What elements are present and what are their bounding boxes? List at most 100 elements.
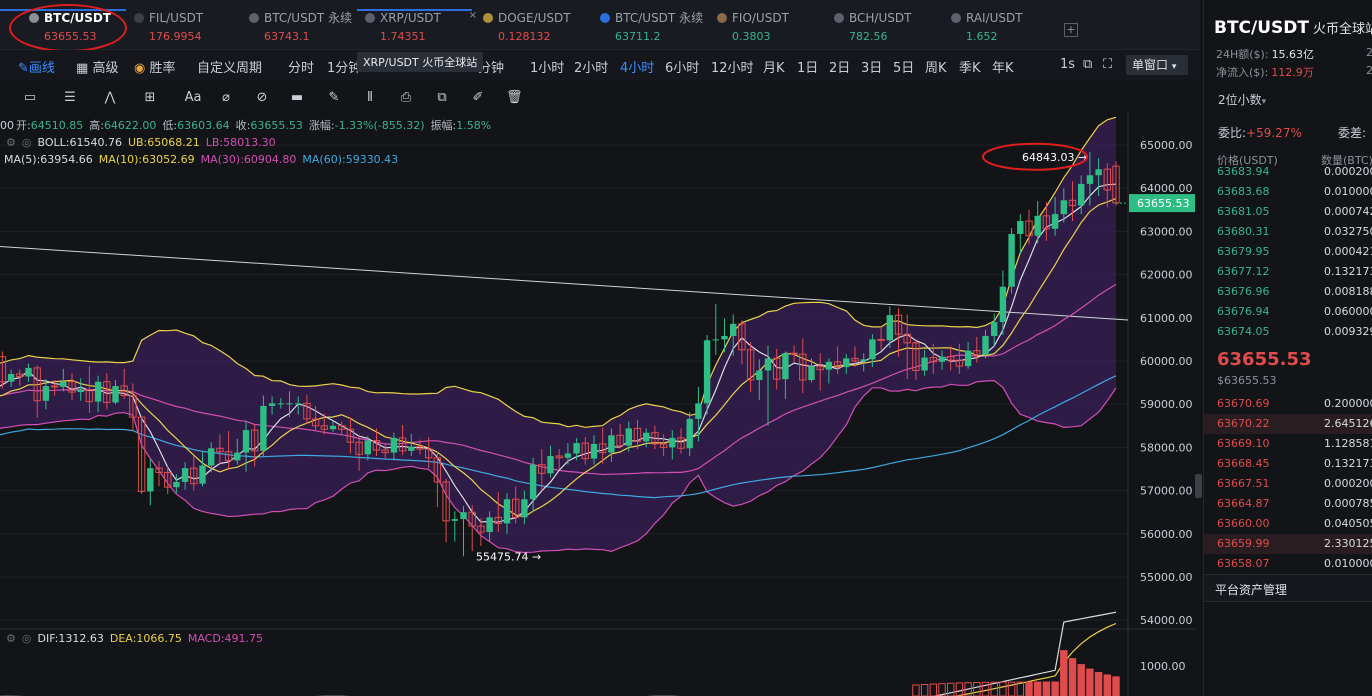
tab-symbol: FIL/USDT: [149, 10, 204, 25]
symbol-tab[interactable]: BCH/USDT 782.56: [834, 9, 934, 47]
orderbook-row[interactable]: 63670.22 2.645126: [1204, 414, 1372, 434]
macd-histogram-bar: [1042, 681, 1051, 696]
candles-tool-icon[interactable]: ⫴: [362, 90, 378, 106]
order-price: 63683.94: [1217, 165, 1270, 178]
copy-tool-icon[interactable]: ⧉: [434, 90, 450, 106]
period-button[interactable]: 周K: [925, 57, 947, 76]
period-button[interactable]: 月K: [763, 57, 785, 76]
orderbook-row[interactable]: 63660.00 0.040505: [1204, 514, 1372, 534]
add-tab-button[interactable]: +: [1064, 23, 1078, 37]
orderbook-row[interactable]: 63681.05 0.000742: [1204, 202, 1372, 222]
eye-icon[interactable]: ◎: [22, 136, 32, 149]
symbol-tab[interactable]: BTC/USDT 永续 63711.2: [600, 9, 704, 47]
platform-assets-button[interactable]: 平台资产管理: [1204, 574, 1372, 602]
symbol-tab[interactable]: FIO/USDT 0.3803: [717, 9, 817, 47]
symbol-tab[interactable]: XRP/USDT 1.74351 ×: [365, 9, 477, 47]
candle-body: [564, 453, 572, 458]
eye-icon[interactable]: ◎: [22, 632, 32, 645]
candle-body: [982, 335, 989, 355]
order-qty: 0.000742: [1324, 205, 1372, 218]
coin-icon: [717, 12, 727, 23]
orderbook-row[interactable]: 63680.31 0.032750: [1204, 222, 1372, 242]
drawing-toolbar: ▭ ☰ ⋀ ⊞ Aa ⌀ ⊘ ▬ ✎ ⫴ ⎙ ⧉ ✐ 🗑: [0, 84, 1200, 112]
candle-body: [695, 403, 702, 419]
winrate-button[interactable]: ◉ 胜率: [134, 57, 176, 76]
orderbook-row[interactable]: 63668.45 0.132173: [1204, 454, 1372, 474]
trash-tool-icon[interactable]: 🗑: [506, 90, 523, 106]
orderbook-row[interactable]: 63676.96 0.008188: [1204, 282, 1372, 302]
candle-body: [877, 338, 885, 341]
period-button[interactable]: 1日: [797, 57, 818, 76]
order-price: 63658.07: [1217, 557, 1270, 570]
magnet-tool-icon[interactable]: ⊘: [254, 90, 270, 106]
ruler-tool-icon[interactable]: ▬: [289, 90, 305, 106]
symbol-tab[interactable]: DOGE/USDT 0.128132: [483, 9, 583, 47]
period-button[interactable]: 12小时: [711, 57, 754, 76]
lock-tool-icon[interactable]: ⎙: [398, 90, 414, 106]
kline-chart[interactable]: 65000.00 64000.00 63000.00 62000.00 61000.00…: [0, 112, 1196, 696]
kline-canvas[interactable]: 65000.00 64000.00 63000.00 62000.00 61000.00…: [0, 112, 1196, 696]
rect-tool-icon[interactable]: ▭: [22, 90, 38, 106]
orderbook-row[interactable]: 63683.94 0.000200: [1204, 162, 1372, 182]
candle-body: [503, 499, 511, 524]
custom-period-button[interactable]: 自定义周期: [197, 57, 262, 76]
tab-symbol: BTC/USDT 永续: [615, 11, 704, 25]
symbol-tab[interactable]: RAI/USDT 1.652: [951, 9, 1051, 47]
wave-tool-icon[interactable]: ⋀: [102, 90, 118, 106]
candle-body: [329, 425, 337, 430]
text-tool-icon[interactable]: Aa: [182, 90, 204, 106]
orderbook-row[interactable]: 63670.69 0.200000: [1204, 394, 1372, 414]
orderbook-row[interactable]: 63679.95 0.000421: [1204, 242, 1372, 262]
lines-tool-icon[interactable]: ☰: [62, 90, 78, 106]
orderbook-row[interactable]: 63669.10 1.128581: [1204, 434, 1372, 454]
order-price: 63674.05: [1217, 325, 1270, 338]
crosshair-tool-icon[interactable]: ⊞: [142, 90, 158, 106]
decimals-select[interactable]: 2位小数▾: [1218, 91, 1266, 108]
order-qty: 0.010000: [1324, 185, 1372, 198]
orderbook-row[interactable]: 63667.51 0.000200: [1204, 474, 1372, 494]
orderbook-row[interactable]: 63677.12 0.132173: [1204, 262, 1372, 282]
period-button[interactable]: 2小时: [574, 57, 608, 76]
candle-body: [808, 366, 815, 381]
edit-tool-icon[interactable]: ✐: [470, 90, 486, 106]
panel-collapse-handle[interactable]: [1195, 474, 1202, 498]
period-button[interactable]: 3日: [861, 57, 882, 76]
advanced-button[interactable]: ▦ 高级: [76, 57, 118, 76]
candle-body: [730, 323, 737, 336]
settings-icon[interactable]: ⚙: [6, 136, 16, 149]
order-price: 63676.94: [1217, 305, 1270, 318]
orderbook-row[interactable]: 63683.68 0.010000: [1204, 182, 1372, 202]
interval-button[interactable]: 1s: [1060, 57, 1075, 72]
candle-body: [686, 418, 693, 449]
window-mode-select[interactable]: 单窗口 ▾: [1126, 55, 1188, 75]
period-button[interactable]: 分时: [288, 57, 314, 76]
restore-icon[interactable]: ⧉: [1083, 57, 1092, 72]
period-button[interactable]: 1小时: [530, 57, 564, 76]
period-button[interactable]: 4小时: [620, 57, 654, 76]
symbol-tab[interactable]: FIL/USDT 176.9954: [134, 9, 234, 47]
period-button[interactable]: 季K: [959, 57, 981, 76]
order-qty: 0.132173: [1324, 457, 1372, 470]
macd-axis-label: 1000.00: [1140, 660, 1186, 673]
candle-body: [1095, 169, 1102, 176]
orderbook-row[interactable]: 63659.99 2.330125: [1204, 534, 1372, 554]
orderbook-row[interactable]: 63658.07 0.010000: [1204, 554, 1372, 574]
orderbook-row[interactable]: 63664.87 0.000785: [1204, 494, 1372, 514]
candle-body: [721, 335, 728, 340]
eraser-tool-icon[interactable]: ⌀: [218, 90, 234, 106]
settings-icon[interactable]: ⚙: [6, 632, 16, 645]
symbol-tab[interactable]: BTC/USDT 永续 63743.1: [249, 9, 352, 47]
close-tab-icon[interactable]: ×: [469, 10, 477, 21]
orderbook-row[interactable]: 63674.05 0.009329: [1204, 322, 1372, 342]
period-button[interactable]: 2日: [829, 57, 850, 76]
orderbook-row[interactable]: 63676.94 0.060000: [1204, 302, 1372, 322]
period-button[interactable]: 6小时: [665, 57, 699, 76]
fullscreen-icon[interactable]: ⛶: [1103, 57, 1112, 72]
trend-line: [0, 246, 1129, 321]
macd-histogram-bar: [1094, 671, 1103, 696]
candle-body: [999, 286, 1007, 323]
period-button[interactable]: 年K: [992, 57, 1014, 76]
period-button[interactable]: 5日: [893, 57, 914, 76]
draw-button[interactable]: ✎画线: [18, 57, 55, 76]
pencil-tool-icon[interactable]: ✎: [326, 90, 342, 106]
